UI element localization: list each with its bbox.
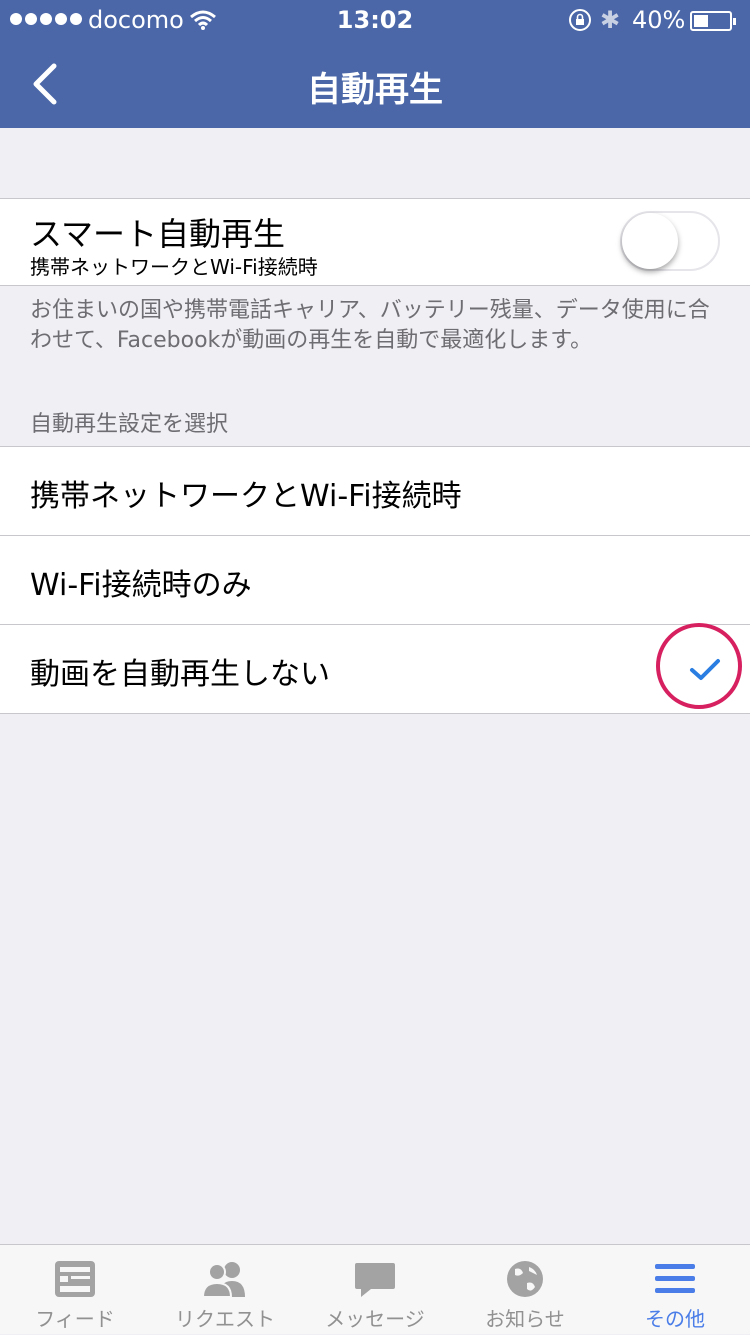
tab-messages[interactable]: メッセージ xyxy=(300,1245,450,1335)
option-never-autoplay[interactable]: 動画を自動再生しない xyxy=(0,623,750,713)
checkmark-icon xyxy=(690,659,720,680)
smart-autoplay-cell: スマート自動再生 携帯ネットワークとWi-Fi接続時 xyxy=(0,198,750,286)
globe-icon xyxy=(507,1261,543,1297)
tab-label: その他 xyxy=(645,1307,705,1331)
tab-label: フィード xyxy=(35,1307,115,1331)
tab-more[interactable]: その他 xyxy=(600,1245,750,1335)
autoplay-options-list: 携帯ネットワークとWi-Fi接続時 Wi-Fi接続時のみ 動画を自動再生しない xyxy=(0,446,750,714)
messages-icon xyxy=(355,1263,395,1297)
option-wifi-only[interactable]: Wi-Fi接続時のみ xyxy=(0,535,750,624)
rotation-lock-icon xyxy=(568,8,592,38)
friend-requests-icon xyxy=(201,1262,245,1298)
bluetooth-icon: ✱ xyxy=(600,6,621,34)
menu-icon xyxy=(655,1264,695,1293)
option-label: 動画を自動再生しない xyxy=(30,657,330,692)
smart-autoplay-toggle[interactable] xyxy=(620,211,720,271)
tab-label: メッセージ xyxy=(325,1307,425,1331)
tab-requests[interactable]: リクエスト xyxy=(150,1245,300,1335)
section-header: 自動再生設定を選択 xyxy=(30,412,229,437)
smart-autoplay-description: お住まいの国や携帯電話キャリア、バッテリー残量、データ使用に合わせて、Faceb… xyxy=(30,298,710,353)
option-label: Wi-Fi接続時のみ xyxy=(30,568,252,603)
tab-bar: フィード リクエスト メッセージ お知らせ その他 xyxy=(0,1244,750,1334)
feed-icon xyxy=(55,1261,95,1297)
smart-autoplay-subtitle: 携帯ネットワークとWi-Fi接続時 xyxy=(30,255,318,279)
navigation-bar: 自動再生 xyxy=(0,40,750,128)
smart-autoplay-title: スマート自動再生 xyxy=(30,215,286,253)
battery-icon xyxy=(690,11,736,31)
tab-feed[interactable]: フィード xyxy=(0,1245,150,1335)
toggle-knob xyxy=(622,213,678,269)
battery-percent: 40% xyxy=(632,6,686,34)
tab-label: お知らせ xyxy=(485,1307,565,1331)
page-title: 自動再生 xyxy=(307,70,443,110)
option-cellular-and-wifi[interactable]: 携帯ネットワークとWi-Fi接続時 xyxy=(0,447,750,535)
status-bar: docomo 13:02 ✱ 40% xyxy=(0,0,750,40)
tab-notifications[interactable]: お知らせ xyxy=(450,1245,600,1335)
tab-label: リクエスト xyxy=(175,1307,275,1331)
option-label: 携帯ネットワークとWi-Fi接続時 xyxy=(30,479,462,514)
